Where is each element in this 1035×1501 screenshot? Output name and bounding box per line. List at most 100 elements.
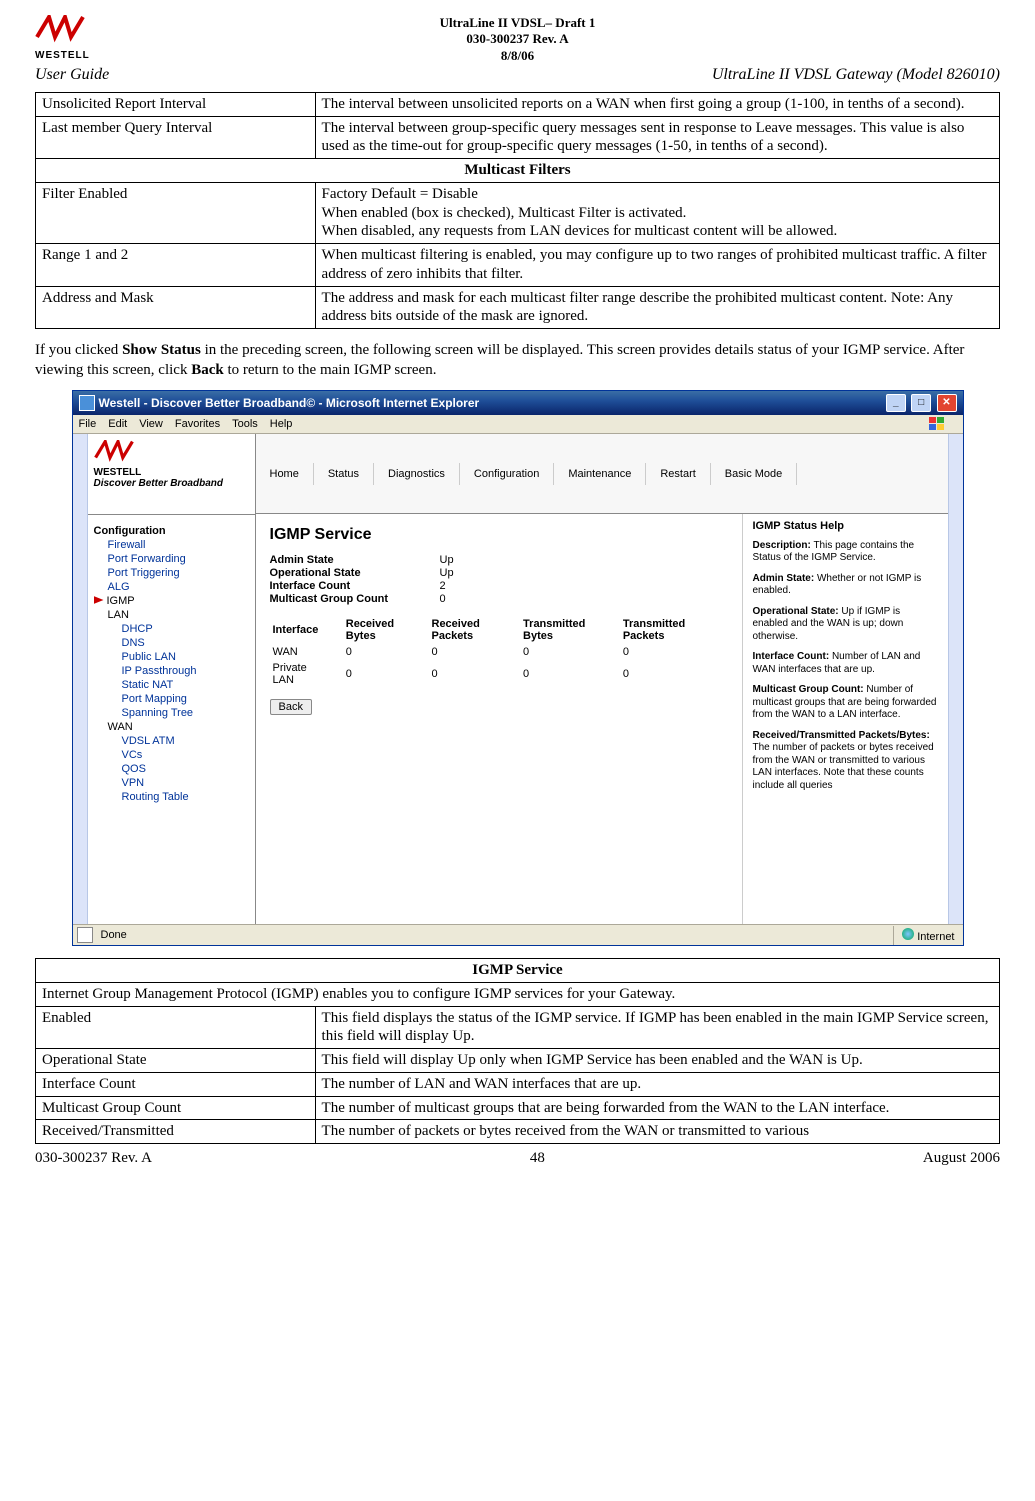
nav-diagnostics[interactable]: Diagnostics xyxy=(374,463,460,485)
sidebar-portmap[interactable]: Port Mapping xyxy=(122,693,249,705)
doc-title-2: 030-300237 Rev. A xyxy=(155,31,880,47)
t1r2r: Factory Default = Disable When enabled (… xyxy=(315,182,999,243)
t2r1l: Operational State xyxy=(36,1049,316,1073)
nav-restart[interactable]: Restart xyxy=(646,463,710,485)
kv2v: 2 xyxy=(440,580,446,592)
p1a: If you clicked xyxy=(35,342,122,358)
help-title: IGMP Status Help xyxy=(753,520,938,534)
sidebar-publiclan[interactable]: Public LAN xyxy=(122,651,249,663)
scrollbar-left[interactable] xyxy=(73,434,88,924)
r04: 0 xyxy=(622,645,726,659)
t1r0r: The interval between unsolicited reports… xyxy=(315,92,999,116)
h5k: Received/Transmitted Packets/Bytes: xyxy=(753,730,930,741)
kv0k: Admin State xyxy=(270,554,440,566)
sidebar-porttriggering[interactable]: Port Triggering xyxy=(108,567,249,579)
r01: 0 xyxy=(345,645,429,659)
kv1v: Up xyxy=(440,567,454,579)
c4: Transmitted Packets xyxy=(622,617,726,643)
menu-view[interactable]: View xyxy=(139,418,163,430)
brand-name: WESTELL xyxy=(35,50,155,61)
sidebar-lan[interactable]: LAN xyxy=(108,609,249,621)
content-heading: IGMP Service xyxy=(270,526,728,544)
sidebar-portforwarding[interactable]: Port Forwarding xyxy=(108,553,249,565)
maximize-button[interactable]: □ xyxy=(911,394,931,412)
sidebar-wan[interactable]: WAN xyxy=(108,721,249,733)
kv0v: Up xyxy=(440,554,454,566)
footer-left: 030-300237 Rev. A xyxy=(35,1150,152,1167)
sidebar-vdslatm[interactable]: VDSL ATM xyxy=(122,735,249,747)
sidebar-spanning[interactable]: Spanning Tree xyxy=(122,707,249,719)
t2r3l: Multicast Group Count xyxy=(36,1096,316,1120)
doc-title-1: UltraLine II VDSL– Draft 1 xyxy=(155,15,880,31)
sidebar-ippass[interactable]: IP Passthrough xyxy=(122,665,249,677)
sidebar-routing[interactable]: Routing Table xyxy=(122,791,249,803)
paragraph: If you clicked Show Status in the preced… xyxy=(35,341,1000,380)
sidebar-igmp-active[interactable]: IGMP xyxy=(94,595,249,607)
kv3k: Multicast Group Count xyxy=(270,593,440,605)
nav-maintenance[interactable]: Maintenance xyxy=(554,463,646,485)
r10: Private LAN xyxy=(272,661,343,687)
titlebar[interactable]: Westell - Discover Better Broadband© - M… xyxy=(73,391,963,415)
topnav: Home Status Diagnostics Configuration Ma… xyxy=(256,434,948,514)
menubar: File Edit View Favorites Tools Help xyxy=(73,415,963,434)
sidebar-brand: WESTELL Discover Better Broadband xyxy=(94,440,249,508)
t1r2l: Filter Enabled xyxy=(36,182,316,243)
nav-basic-mode[interactable]: Basic Mode xyxy=(711,463,797,485)
page-footer: 030-300237 Rev. A 48 August 2006 xyxy=(35,1150,1000,1167)
status-net-text: Internet xyxy=(917,931,954,943)
r11: 0 xyxy=(345,661,429,687)
r13: 0 xyxy=(522,661,620,687)
sidebar-tagline: Discover Better Broadband xyxy=(94,478,249,489)
header-right: UltraLine II VDSL Gateway (Model 826010) xyxy=(712,66,1000,84)
status-zone: Internet xyxy=(893,926,962,945)
c0: Interface xyxy=(272,617,343,643)
window-buttons: _ □ ✕ xyxy=(884,394,957,412)
window-title: Westell - Discover Better Broadband© - M… xyxy=(99,396,884,410)
menu-file[interactable]: File xyxy=(79,418,97,430)
menu-favorites[interactable]: Favorites xyxy=(175,418,220,430)
content-area: IGMP Service Admin StateUp Operational S… xyxy=(256,514,742,924)
h4k: Multicast Group Count: xyxy=(753,684,864,695)
t1mid: Multicast Filters xyxy=(36,159,1000,183)
r12: 0 xyxy=(431,661,521,687)
page-header: WESTELL UltraLine II VDSL– Draft 1 030-3… xyxy=(35,15,1000,64)
back-button[interactable]: Back xyxy=(270,699,312,715)
table-row: WAN 0 0 0 0 xyxy=(272,645,726,659)
sidebar-dhcp[interactable]: DHCP xyxy=(122,623,249,635)
ie-favicon-icon xyxy=(79,395,95,411)
footer-mid: 48 xyxy=(530,1150,545,1167)
t1r1l: Last member Query Interval xyxy=(36,116,316,159)
t1r1r: The interval between group-specific quer… xyxy=(315,116,999,159)
h0k: Description: xyxy=(753,540,811,551)
sidebar-dns[interactable]: DNS xyxy=(122,637,249,649)
menu-edit[interactable]: Edit xyxy=(108,418,127,430)
nav-home[interactable]: Home xyxy=(256,463,314,485)
nav-status[interactable]: Status xyxy=(314,463,374,485)
scrollbar-right[interactable] xyxy=(948,434,963,924)
sidebar-vpn[interactable]: VPN xyxy=(122,777,249,789)
sidebar-staticnat[interactable]: Static NAT xyxy=(122,679,249,691)
t2r4r: The number of packets or bytes received … xyxy=(315,1120,999,1144)
sidebar: WESTELL Discover Better Broadband xyxy=(88,434,256,514)
menu-tools[interactable]: Tools xyxy=(232,418,258,430)
kv1k: Operational State xyxy=(270,567,440,579)
h2k: Operational State: xyxy=(753,606,839,617)
t2r0l: Enabled xyxy=(36,1006,316,1049)
sidebar-firewall[interactable]: Firewall xyxy=(108,539,249,551)
menu-help[interactable]: Help xyxy=(270,418,293,430)
t1r0l: Unsolicited Report Interval xyxy=(36,92,316,116)
ie-done-icon xyxy=(77,927,93,943)
header-left: User Guide xyxy=(35,66,109,84)
close-button[interactable]: ✕ xyxy=(937,394,957,412)
status-done: Done xyxy=(95,927,133,943)
brand-logo: WESTELL xyxy=(35,15,155,61)
ie-window: Westell - Discover Better Broadband© - M… xyxy=(72,390,964,946)
nav-configuration[interactable]: Configuration xyxy=(460,463,554,485)
sidebar-alg[interactable]: ALG xyxy=(108,581,249,593)
sidebar-qos[interactable]: QOS xyxy=(122,763,249,775)
internet-zone-icon xyxy=(902,928,914,940)
minimize-button[interactable]: _ xyxy=(886,394,906,412)
sidebar-vcs[interactable]: VCs xyxy=(122,749,249,761)
p1e: to return to the main IGMP screen. xyxy=(224,362,437,378)
t1r3r: When multicast filtering is enabled, you… xyxy=(315,244,999,287)
